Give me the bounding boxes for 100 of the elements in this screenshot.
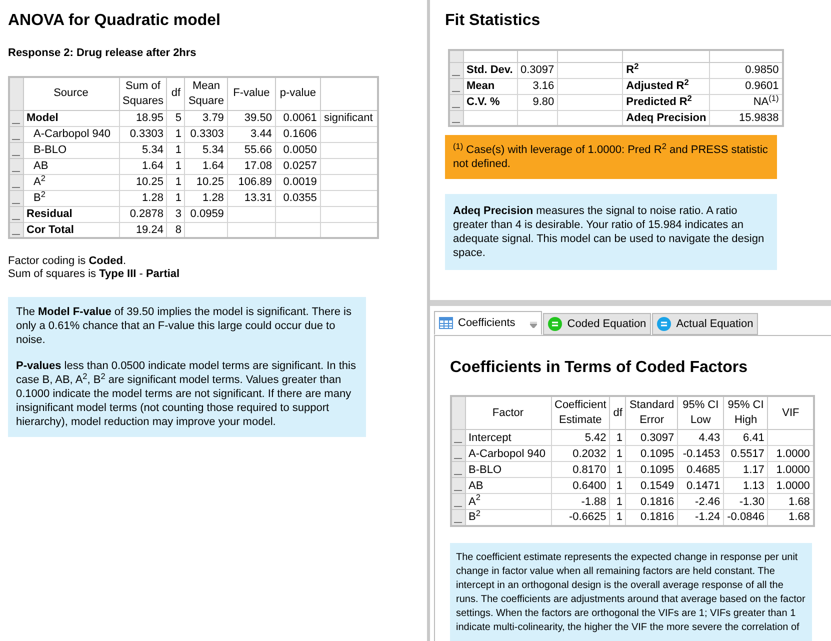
table-cell: 18.95 [119,110,167,126]
table-cell: 0.0019 [275,174,320,190]
table-cell: 1.64 [184,158,228,174]
table-cell: 3.16 [517,78,558,94]
table-cell: 13.31 [227,190,276,206]
table-cell: 0.0355 [275,190,320,206]
info-text: P-values less than 0.0500 indicate model terms are significant. In this case B, AB, A$^{2}$, B$^{2}$ are significant model terms. Values greater than 0.1000 indicate the model terms are not significant. If there are many insignificant model terms (not counting those required to support hierarchy), model reduction may improve your model. [16,359,357,429]
table-cell: 0.6400 [551,478,610,494]
info-text: Adeq Precision measures the signal to noise ratio. A ratio greater than 4 is desirable. Your ratio of 15.984 indicates an adequate signal. This model can be used to navigate the design space. [453,204,766,260]
table-cell: 1.13 [724,478,768,494]
column-header: Mean Square [184,76,228,110]
column-header: 95% CI Low [678,396,724,430]
table-cell: 0.1606 [275,126,320,142]
table-cell: A-Carbopol 940 [23,126,119,142]
table-cell: 0.1816 [626,494,678,510]
table-cell: R$^{2}$ [622,62,710,78]
table-cell: B-BLO [23,142,119,158]
table-cell: 0.0959 [184,206,228,222]
tab[interactable]: Coefficients [434,311,542,335]
table-cell: 0.9601 [710,78,783,94]
table-cell: significant [320,110,378,126]
table-cell: 55.66 [227,142,276,158]
equals-icon [548,317,562,331]
table-cell: NA$^{(1)}$ [710,94,783,110]
table-cell: Predicted R$^{2}$ [622,94,710,110]
table-cell: 1 [610,494,626,510]
panel-title: ANOVA for Quadratic model [8,11,222,31]
tab[interactable]: Actual Equation [652,313,758,335]
table-cell: 5.34 [184,142,228,158]
note-text: Sum of squares is Type III - Partial [8,268,181,281]
table-cell: Adjusted R$^{2}$ [622,78,710,94]
table-cell: 0.9850 [710,62,783,78]
table-cell [558,78,623,94]
table-cell [275,206,320,222]
equals-icon [657,317,672,331]
table-cell [558,94,623,110]
table-cell: Mean [463,78,517,94]
table-cell: 0.1471 [678,478,724,494]
table-cell: B$^{2}$ [23,190,119,206]
table-cell: 1 [166,190,185,206]
table-cell: 0.0050 [275,142,320,158]
table-cell: 5 [166,110,185,126]
table-cell: 0.0257 [275,158,320,174]
table-cell: 1.64 [119,158,167,174]
table-cell: 106.89 [227,174,276,190]
table-cell: 1 [610,446,626,462]
table-cell: 0.3097 [517,62,558,78]
column-header: 95% CI High [724,396,768,430]
table-cell: 0.1549 [626,478,678,494]
table-cell: 6.41 [724,430,768,446]
table-cell: 3.44 [227,126,276,142]
column-header: Coefficient Estimate [551,396,610,430]
table-cell: 1 [610,478,626,494]
column-header: df [166,76,185,110]
table-cell: 1 [166,142,185,158]
column-header: Source [23,76,119,110]
table-cell: 4.43 [678,430,724,446]
table-cell: 1.28 [119,190,167,206]
table-cell: Std. Dev. [463,62,517,78]
table-cell: -1.30 [724,494,768,510]
table-cell: -2.46 [678,494,724,510]
column-header: Standard Error [626,396,678,430]
table-icon [439,317,453,329]
table-cell: AB [465,478,551,494]
info-text: The coefficient estimate represents the expected change in response per unit change in factor value when all remaining factors are held constant. The intercept in an orthogonal design is the overall average response of all the runs. The coefficients are adjustments around that average based on the factor settings. When the factors are orthogonal the VIFs are 1; VIFs greater than 1 indicate multi-colinearity, the higher the VIF the more severe the correlation of [456,550,806,634]
table-cell: 17.08 [227,158,276,174]
panel-title: Fit Statistics [445,11,542,31]
footnote-text: $^{(1)}$ Case(s) with leverage of 1.0000: Pred R$^{2}$ and PRESS statistic not defined. [453,143,769,171]
table-cell: 0.0061 [275,110,320,126]
tab[interactable]: Coded Equation [543,313,652,335]
table-cell: Intercept [465,430,551,446]
response-label: Response 2: Drug release after 2hrs [8,46,198,61]
table-cell: 1 [610,430,626,446]
table-cell: 10.25 [119,174,167,190]
table-cell: A$^{2}$ [23,174,119,190]
info-text: The Model F-value of 39.50 implies the model is significant. There is only a 0.61% chance that an F-value this large could occur due to noise. [16,305,352,347]
table-cell: 1 [166,158,185,174]
table-cell: 5.42 [551,430,610,446]
column-header: df [610,396,626,430]
table-cell: 0.1095 [626,446,678,462]
table-cell: 1.28 [184,190,228,206]
table-cell: 1.17 [724,462,768,478]
table-cell: 1 [610,462,626,478]
table-cell: 0.4685 [678,462,724,478]
table-cell: 0.8170 [551,462,610,478]
column-header: Factor [465,396,551,430]
table-cell: -1.88 [551,494,610,510]
table-cell: 1 [166,174,185,190]
table-cell: 5.34 [119,142,167,158]
table-cell: 0.3097 [626,430,678,446]
table-cell: 1 [166,126,185,142]
table-cell: 9.80 [517,94,558,110]
table-cell: 0.3303 [119,126,167,142]
column-header: F-value [227,76,276,110]
table-cell [558,62,623,78]
table-cell: -0.1453 [678,446,724,462]
table-cell: 10.25 [184,174,228,190]
table-cell: 0.2032 [551,446,610,462]
table-cell: 3.79 [184,110,228,126]
table-cell: 0.1095 [626,462,678,478]
